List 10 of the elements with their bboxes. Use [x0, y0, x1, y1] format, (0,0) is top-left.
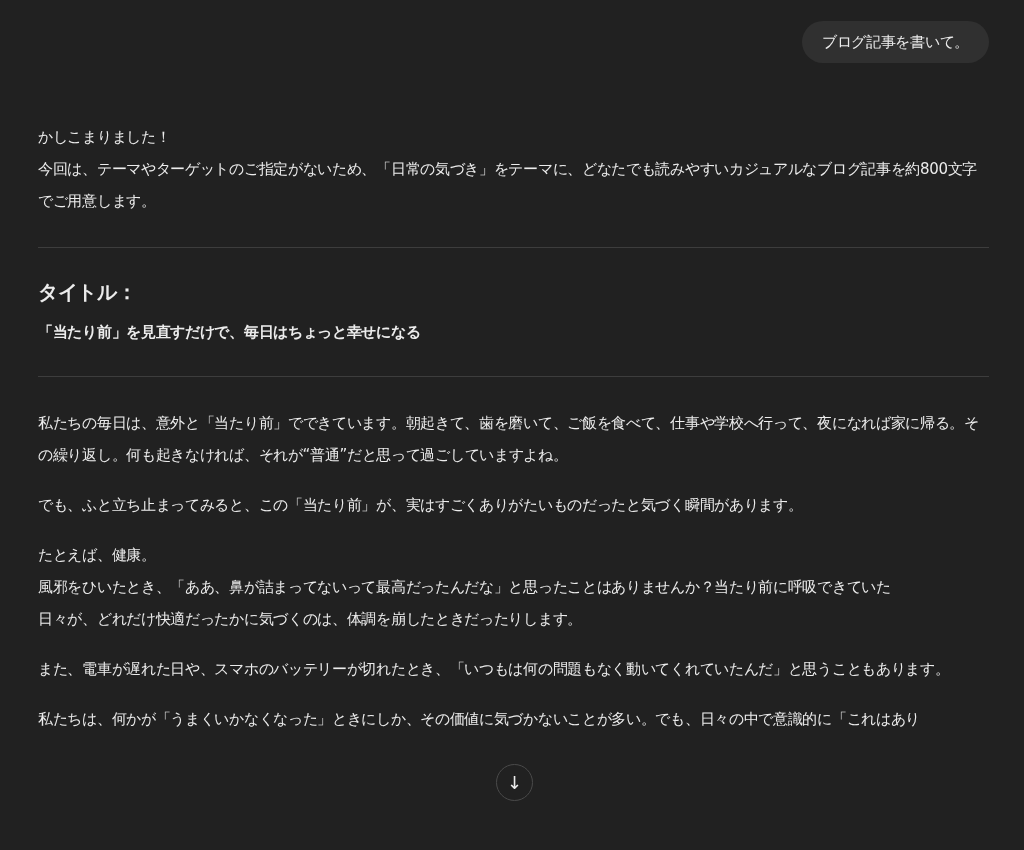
- article-paragraph: たとえば、健康。 風邪をひいたとき、「ああ、鼻が詰まってないって最高だったんだな」と思ったことはありませんか？当たり前に呼吸できていた 日々が、どれだけ快適だったかに気づくのは、体調を崩したときだったりします。: [38, 545, 892, 630]
- article-paragraph: 私たちは、何かが「うまくいかなくなった」ときにしか、その価値に気づかないことが多い。でも、日々の中で意識的に「これはあり: [38, 709, 921, 730]
- response-paragraph: かしこまりました！ 今回は、テーマやターゲットのご指定がないため、「日常の気づき」をテーマに、どなたでも読みやすいカジュアルなブログ記事を約800文字でご用意します。: [38, 127, 979, 212]
- section-heading: タイトル：: [38, 279, 138, 306]
- scroll-down-button[interactable]: ↓: [496, 764, 533, 801]
- article-paragraph: でも、ふと立ち止まってみると、この「当たり前」が、実はすごくありがたいものだったと気づく瞬間があります。: [38, 495, 804, 516]
- article-title: 「当たり前」を見直すだけで、毎日はちょっと幸せになる: [38, 322, 422, 343]
- article-paragraph: また、電車が遅れた日や、スマホのバッテリーが切れたとき、「いつもは何の問題もなく動いてくれていたんだ」と思うこともあります。: [38, 659, 951, 680]
- user-message: ブログ記事を書いて。: [802, 21, 989, 63]
- article-paragraph: 私たちの毎日は、意外と「当たり前」でできています。朝起きて、歯を磨いて、ご飯を食べて、仕事や学校へ行って、夜になれば家に帰る。その繰り返し。何も起きなければ、それが“普通”だと思って過ごしていますよね。: [38, 413, 980, 466]
